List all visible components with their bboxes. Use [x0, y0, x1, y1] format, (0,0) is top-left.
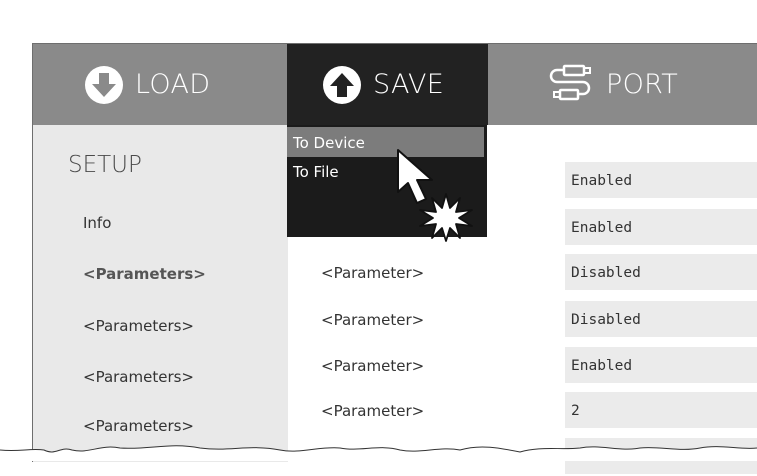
usb-cable-icon	[549, 64, 591, 100]
download-circle-icon	[85, 65, 123, 104]
value-field[interactable]: 2	[565, 392, 757, 428]
load-label: LOAD	[135, 69, 211, 100]
parameter-label: <Parameter>	[321, 264, 425, 282]
sidebar-title: SETUP	[68, 152, 142, 178]
toolbar: LOAD SAVE PORT	[33, 44, 757, 125]
parameter-label: <Parameter>	[321, 311, 425, 329]
value-field[interactable]: Disabled	[565, 301, 757, 337]
sidebar-item-parameters[interactable]: <Parameters>	[83, 317, 194, 335]
upload-circle-icon	[323, 65, 361, 104]
value-field[interactable]: Enabled	[565, 347, 757, 383]
value-field[interactable]: Enabled	[565, 209, 757, 245]
save-button[interactable]: SAVE	[287, 44, 488, 125]
value-field[interactable]: Enabled	[565, 162, 757, 198]
save-label: SAVE	[373, 69, 445, 100]
torn-edge	[0, 445, 757, 461]
load-button[interactable]: LOAD	[33, 44, 287, 125]
sidebar-item-parameters[interactable]: <Parameters>	[83, 417, 194, 435]
click-burst-icon	[419, 193, 473, 242]
port-button[interactable]: PORT	[548, 44, 757, 125]
sidebar-item-parameters-active[interactable]: <Parameters>	[83, 265, 206, 283]
sidebar-item-parameters[interactable]: <Parameters>	[83, 368, 194, 386]
value-field[interactable]: Disabled	[565, 254, 757, 290]
mouse-pointer-icon	[397, 149, 473, 242]
parameter-label: <Parameter>	[321, 357, 425, 375]
port-label: PORT	[606, 69, 679, 100]
parameter-label: <Parameter>	[321, 402, 425, 420]
sidebar-item-info[interactable]: Info	[83, 214, 111, 232]
